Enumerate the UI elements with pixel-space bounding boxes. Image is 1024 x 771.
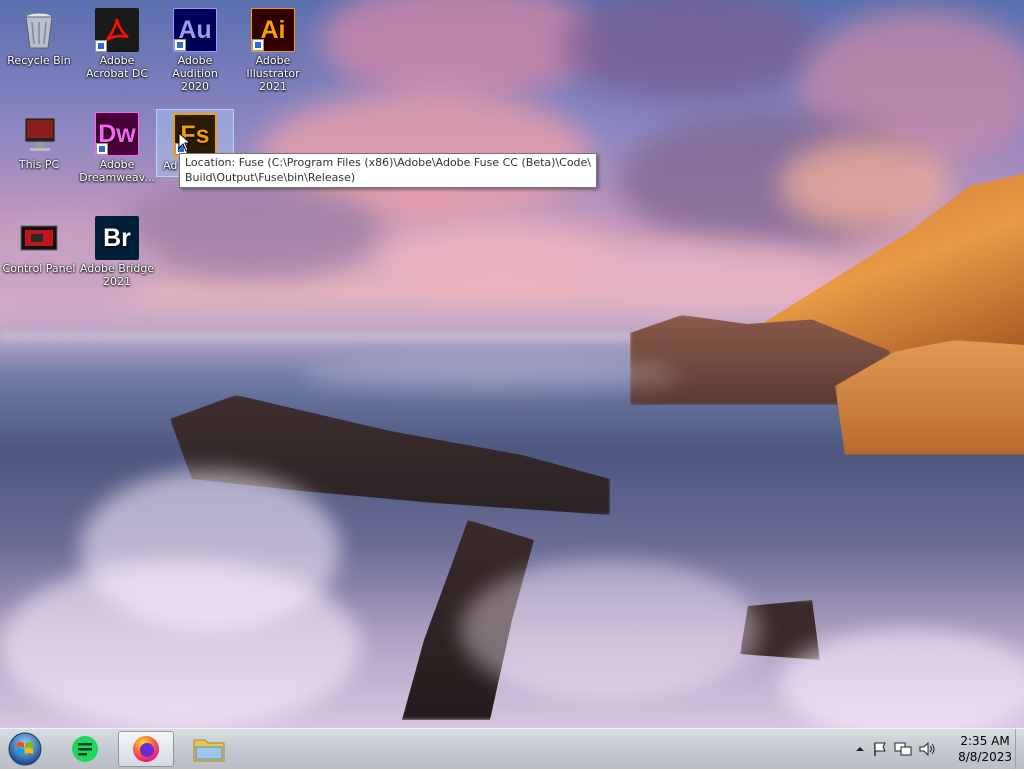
clock-date: 8/8/2023 xyxy=(958,750,1012,764)
desktop-icon-acrobat[interactable]: Adobe Acrobat DC xyxy=(79,2,155,80)
audition-label: Adobe Audition 2020 xyxy=(172,54,218,93)
taskbar-explorer[interactable] xyxy=(181,731,237,767)
control-panel-label: Control Panel xyxy=(2,262,76,275)
bridge-icon: Br xyxy=(95,216,139,260)
this-pc-label: This PC xyxy=(18,158,60,171)
this-pc-icon xyxy=(17,112,61,156)
windows-orb-icon xyxy=(8,732,42,766)
recycle-bin-label: Recycle Bin xyxy=(7,54,71,67)
show-desktop-button[interactable] xyxy=(1015,729,1024,769)
network-icon[interactable] xyxy=(894,741,912,757)
desktop-icon-dreamweaver[interactable]: Dw Adobe Dreamweav... xyxy=(79,106,155,184)
mouse-cursor-icon xyxy=(178,132,192,152)
acrobat-label: Adobe Acrobat DC xyxy=(85,54,149,80)
bridge-label: Adobe Bridge 2021 xyxy=(79,262,155,288)
dreamweaver-label: Adobe Dreamweav... xyxy=(79,158,155,184)
desktop-icon-this-pc[interactable]: This PC xyxy=(1,106,77,171)
control-panel-icon xyxy=(17,216,61,260)
tooltip-line-1: Location: Fuse (C:\Program Files (x86)\A… xyxy=(185,156,592,169)
desktop-icon-bridge[interactable]: Br Adobe Bridge 2021 xyxy=(79,210,155,288)
shortcut-arrow-icon xyxy=(96,143,108,155)
tooltip-line-2: Build\Output\Fuse\bin\Release) xyxy=(185,171,356,184)
taskbar-clock[interactable]: 2:35 AM 8/8/2023 xyxy=(958,733,1012,765)
system-tray: 2:35 AM 8/8/2023 xyxy=(854,729,1024,769)
volume-icon[interactable] xyxy=(918,741,936,757)
shortcut-arrow-icon xyxy=(95,40,107,52)
audition-icon: Au xyxy=(173,8,217,52)
shortcut-arrow-icon xyxy=(252,39,264,51)
folder-icon xyxy=(193,739,225,762)
recycle-bin-icon xyxy=(17,8,61,52)
acrobat-icon xyxy=(95,8,139,52)
desktop-icon-control-panel[interactable]: Control Panel xyxy=(1,210,77,275)
clock-time: 2:35 AM xyxy=(960,734,1010,748)
desktop-icon-audition[interactable]: Au Adobe Audition 2020 xyxy=(157,2,233,93)
icon-location-tooltip: Location: Fuse (C:\Program Files (x86)\A… xyxy=(179,153,597,188)
taskbar: 2:35 AM 8/8/2023 xyxy=(0,728,1024,769)
show-hidden-icons-arrow[interactable] xyxy=(856,745,864,753)
illustrator-label: Adobe Illustrator 2021 xyxy=(246,54,300,93)
taskbar-app-green[interactable] xyxy=(57,731,113,767)
dreamweaver-icon: Dw xyxy=(95,112,139,156)
desktop-icon-recycle-bin[interactable]: Recycle Bin xyxy=(1,2,77,67)
shortcut-arrow-icon xyxy=(174,39,186,51)
start-button[interactable] xyxy=(6,731,44,767)
taskbar-firefox[interactable] xyxy=(118,731,174,767)
desktop-icon-illustrator[interactable]: Ai Adobe Illustrator 2021 xyxy=(235,2,311,93)
firefox-icon xyxy=(133,736,159,762)
action-center-flag-icon[interactable] xyxy=(872,741,888,757)
illustrator-icon: Ai xyxy=(251,8,295,52)
notes-app-icon xyxy=(72,736,98,762)
